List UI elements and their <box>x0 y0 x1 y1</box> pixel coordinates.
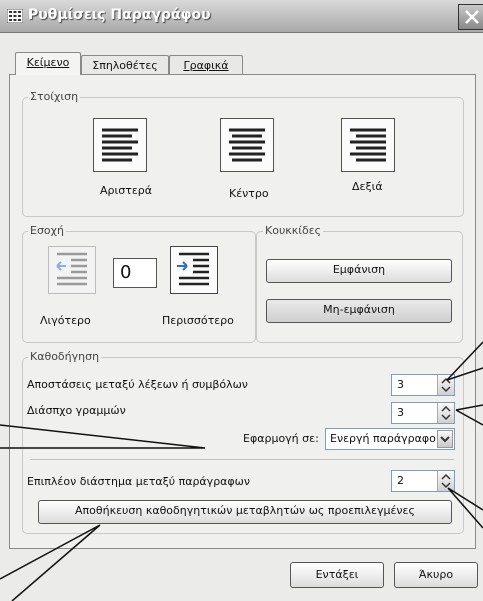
tab-text[interactable]: Κείμενο <box>15 52 81 75</box>
align-center-button[interactable] <box>220 118 274 172</box>
align-left-icon <box>102 128 138 162</box>
stepper-arrows[interactable] <box>437 471 454 491</box>
paragraph-spacing-value: 2 <box>397 474 404 487</box>
spinner-icon <box>441 405 451 421</box>
line-spacing-stepper[interactable]: 3 <box>391 402 455 424</box>
window-title: Ρυθμίσεις Παραγράφου <box>28 7 211 23</box>
align-center-label: Κέντρο <box>229 187 269 200</box>
align-right-icon <box>350 128 386 162</box>
bullets-group <box>256 231 463 343</box>
align-left-button[interactable] <box>93 118 147 172</box>
tab-label: Σπηλοθέτες <box>92 59 158 72</box>
stepper-arrows[interactable] <box>437 403 454 423</box>
decrease-indent-label: Λιγότερο <box>40 314 91 327</box>
tab-label: Κείμενο <box>26 56 70 69</box>
increase-indent-button[interactable] <box>170 246 218 294</box>
word-spacing-stepper[interactable]: 3 <box>391 374 455 396</box>
close-button[interactable] <box>458 4 483 30</box>
indent-legend: Εσοχή <box>28 224 66 237</box>
indent-value-field[interactable]: 0 <box>113 258 157 288</box>
title-bar[interactable]: Ρυθμίσεις Παραγράφου <box>0 0 483 33</box>
paragraph-spacing-label: Επιπλέον διάστημα μεταξύ παράγραφων <box>27 475 251 488</box>
apply-to-label: Εφαρμογή σε: <box>243 432 319 445</box>
dropdown-button[interactable] <box>437 430 453 448</box>
chevron-down-icon <box>440 436 450 443</box>
word-spacing-value: 3 <box>397 378 404 391</box>
increase-indent-icon <box>177 252 209 286</box>
tab-graphics[interactable]: Γραφικά <box>169 55 243 75</box>
line-spacing-label: Διάσπχο γραμμών <box>27 404 126 417</box>
align-right-button[interactable] <box>341 118 395 172</box>
increase-indent-label: Περισσότερο <box>162 314 234 327</box>
cancel-button[interactable]: Άκυρο <box>394 562 478 588</box>
spinner-icon <box>441 377 451 393</box>
word-spacing-label: Αποστάσεις μεταξύ λέξεων ή συμβόλων <box>27 378 248 391</box>
save-defaults-button[interactable]: Αποθήκευση καθοδηγητικών μεταβλητών ως π… <box>38 500 452 524</box>
grid-app-icon <box>7 9 23 23</box>
decrease-indent-button[interactable] <box>48 246 96 294</box>
bullets-legend: Κουκκίδες <box>263 224 324 237</box>
align-center-icon <box>229 128 265 162</box>
spacing-legend: Καθοδήγηση <box>28 350 102 363</box>
apply-to-select[interactable]: Ενεργή παράγραφο <box>325 428 455 450</box>
tab-label: Γραφικά <box>183 59 229 72</box>
hide-bullets-button[interactable]: Μη-εμφάνιση <box>266 299 452 323</box>
align-right-label: Δεξιά <box>352 180 383 193</box>
divider <box>30 459 454 460</box>
paragraph-spacing-stepper[interactable]: 2 <box>391 470 455 492</box>
stepper-arrows[interactable] <box>437 375 454 395</box>
indent-value: 0 <box>120 262 132 283</box>
close-icon <box>465 10 479 24</box>
decrease-indent-icon <box>56 252 87 286</box>
spinner-icon <box>441 473 451 489</box>
show-bullets-button[interactable]: Εμφάνιση <box>266 259 452 283</box>
tab-tab-stops[interactable]: Σπηλοθέτες <box>81 55 169 75</box>
alignment-legend: Στοίχιση <box>28 90 81 103</box>
line-spacing-value: 3 <box>397 406 404 419</box>
align-left-label: Αριστερά <box>100 184 153 197</box>
ok-button[interactable]: Εντάξει <box>290 562 384 588</box>
apply-to-value: Ενεργή παράγραφο <box>330 432 436 445</box>
